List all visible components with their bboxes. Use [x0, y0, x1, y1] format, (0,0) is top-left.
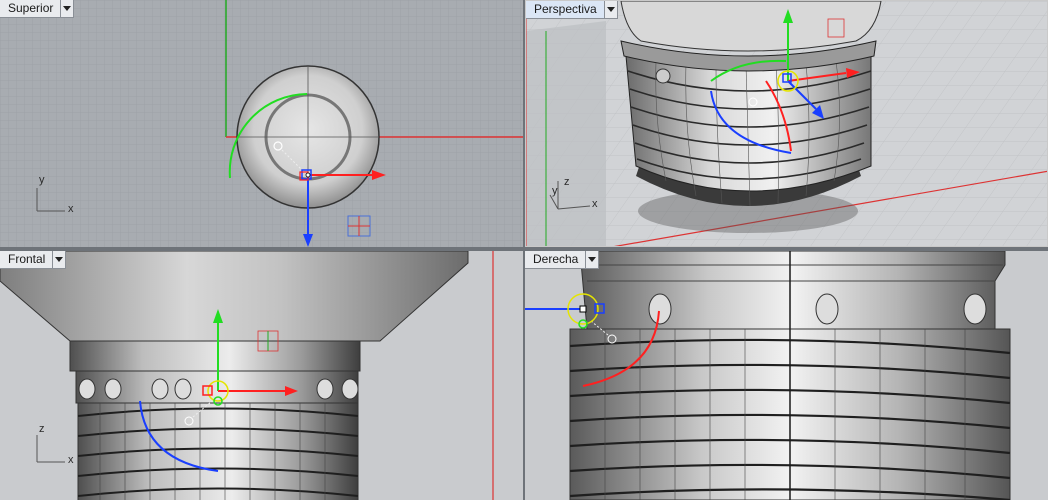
viewport-title[interactable]: Superior — [0, 0, 62, 18]
viewport-front-canvas[interactable] — [0, 251, 523, 500]
axis-glyph-u: x — [68, 454, 74, 466]
axis-glyph-u: x — [68, 203, 74, 215]
axis-glyph-w: z — [564, 176, 570, 188]
viewport-splitter-horizontal[interactable] — [0, 247, 1048, 251]
viewport-tab-front[interactable]: Frontal — [0, 251, 67, 269]
viewport-title[interactable]: Perspectiva — [526, 1, 605, 19]
axis-glyph-v: y — [39, 174, 45, 186]
viewport-tab-perspective[interactable]: Perspectiva — [526, 1, 618, 19]
viewport-top-canvas[interactable] — [0, 0, 523, 247]
viewport-front[interactable]: x z Frontal — [0, 251, 523, 500]
viewport-right-canvas[interactable] — [525, 251, 1048, 500]
viewport-tab-top[interactable]: Superior — [0, 0, 75, 18]
viewport-menu-dropdown-icon[interactable] — [53, 251, 67, 269]
viewport-perspective-canvas[interactable] — [526, 1, 1048, 247]
viewport-right[interactable]: Derecha — [525, 251, 1048, 500]
viewport-title[interactable]: Frontal — [0, 251, 54, 269]
viewport-title[interactable]: Derecha — [525, 251, 587, 269]
viewport-tab-right[interactable]: Derecha — [525, 251, 600, 269]
axis-glyph-v: z — [39, 423, 45, 435]
viewport-perspective[interactable]: x y z Perspectiva — [525, 0, 1048, 247]
viewport-menu-dropdown-icon[interactable] — [586, 251, 600, 269]
viewport-top[interactable]: x y Superior — [0, 0, 523, 247]
axis-glyph-u: x — [592, 198, 598, 210]
viewport-menu-dropdown-icon[interactable] — [61, 0, 75, 18]
viewport-menu-dropdown-icon[interactable] — [604, 1, 618, 19]
axis-glyph-v: y — [552, 185, 558, 197]
